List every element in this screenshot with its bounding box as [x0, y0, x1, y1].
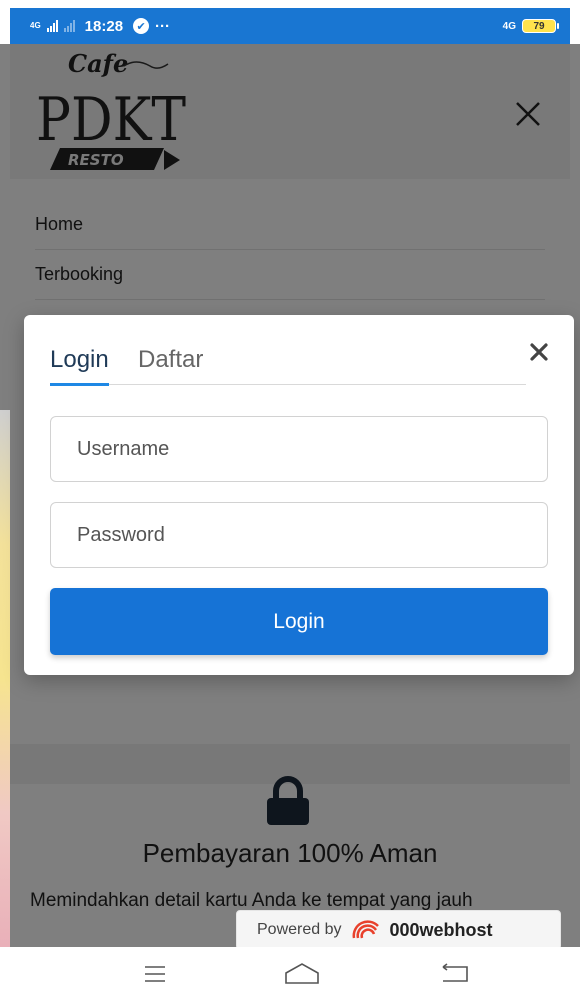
password-input[interactable]: [50, 502, 548, 568]
battery-level: 79: [533, 20, 545, 32]
back-icon[interactable]: [435, 959, 475, 989]
check-icon: ✔: [133, 18, 150, 34]
status-time: 18:28: [84, 17, 124, 35]
signal-icon: [46, 20, 58, 32]
login-modal: Login Daftar Login: [24, 315, 574, 675]
username-input[interactable]: [50, 416, 548, 482]
status-bar: 4G 18:28 ✔ ··· 4G 79: [10, 8, 570, 44]
powered-by-brand: 000webhost: [389, 919, 493, 940]
login-submit-button[interactable]: Login: [50, 588, 548, 655]
background-edge: [0, 410, 10, 947]
network-type-left: 4G: [30, 21, 41, 30]
more-notifications-icon: ···: [155, 17, 171, 35]
signal-secondary-icon: [63, 20, 75, 32]
tab-daftar[interactable]: Daftar: [138, 343, 203, 384]
tab-login[interactable]: Login: [50, 343, 109, 386]
powered-by-badge[interactable]: Powered by 000webhost: [236, 910, 561, 950]
system-nav-bar: [10, 947, 570, 1000]
modal-close-icon[interactable]: [526, 339, 552, 365]
home-icon[interactable]: [282, 959, 322, 989]
webhost-logo-icon: [352, 920, 379, 939]
auth-tabs: Login Daftar: [50, 343, 526, 386]
battery-icon: 79: [522, 19, 559, 33]
powered-by-prefix: Powered by: [257, 921, 342, 938]
menu-icon[interactable]: [135, 959, 175, 989]
network-type-right: 4G: [502, 20, 516, 32]
